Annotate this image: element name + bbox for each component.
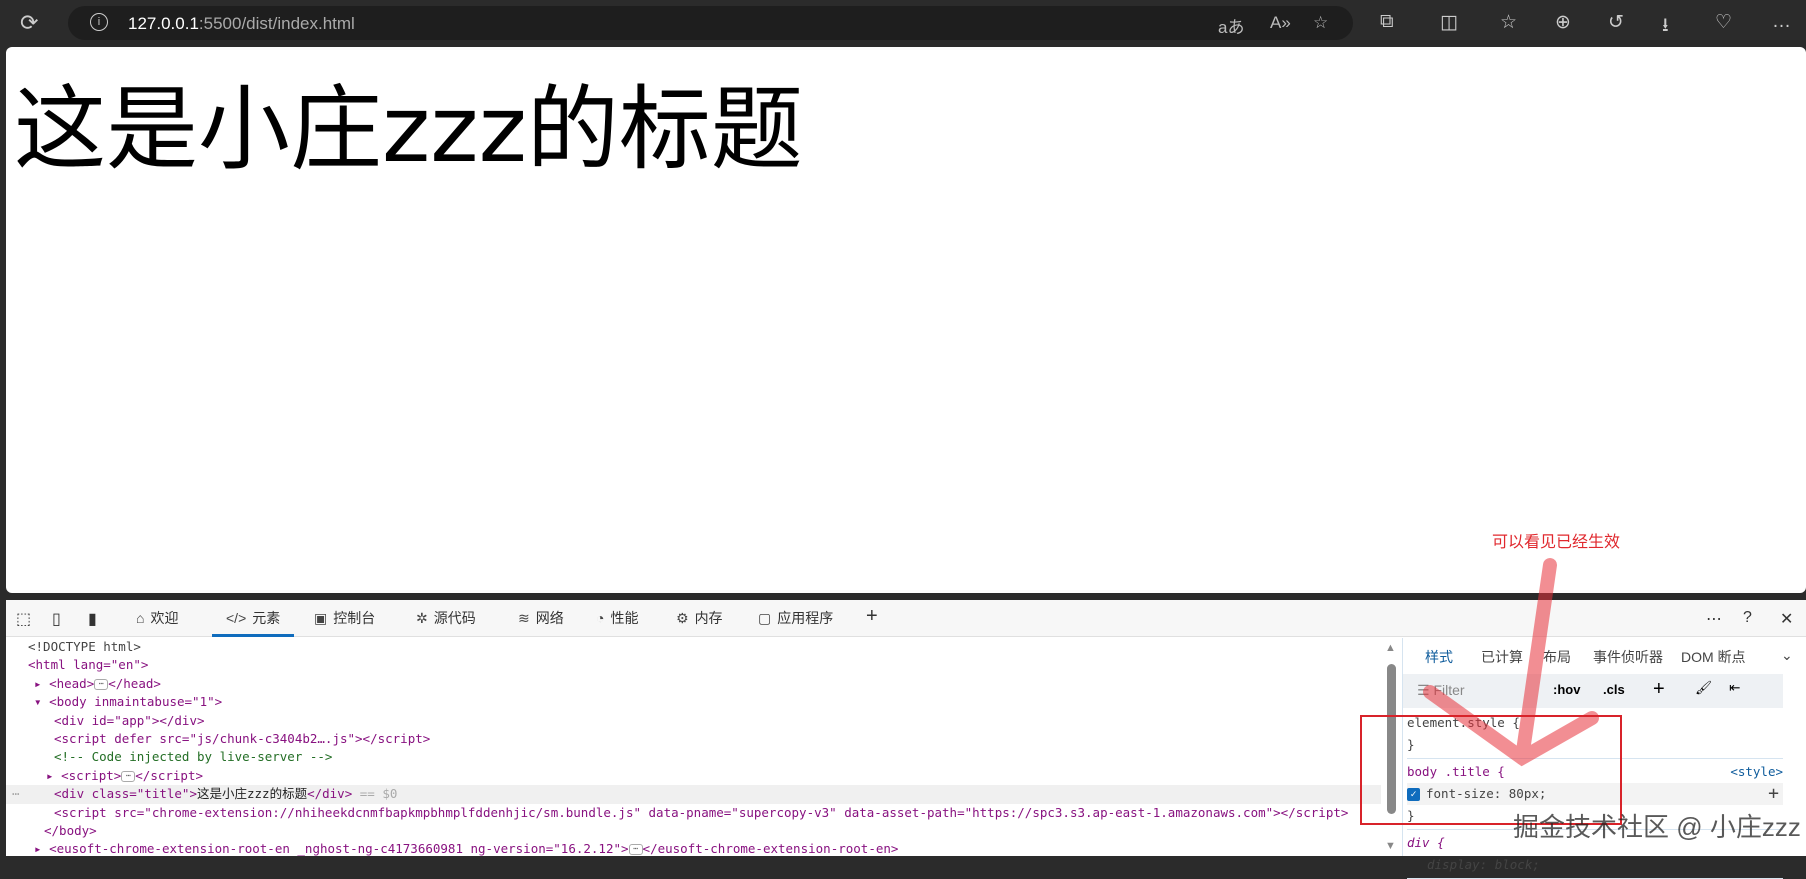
- property-declaration: display: block;: [1407, 854, 1783, 876]
- watermark: 掘金技术社区 @ 小庄zzz: [1513, 807, 1801, 844]
